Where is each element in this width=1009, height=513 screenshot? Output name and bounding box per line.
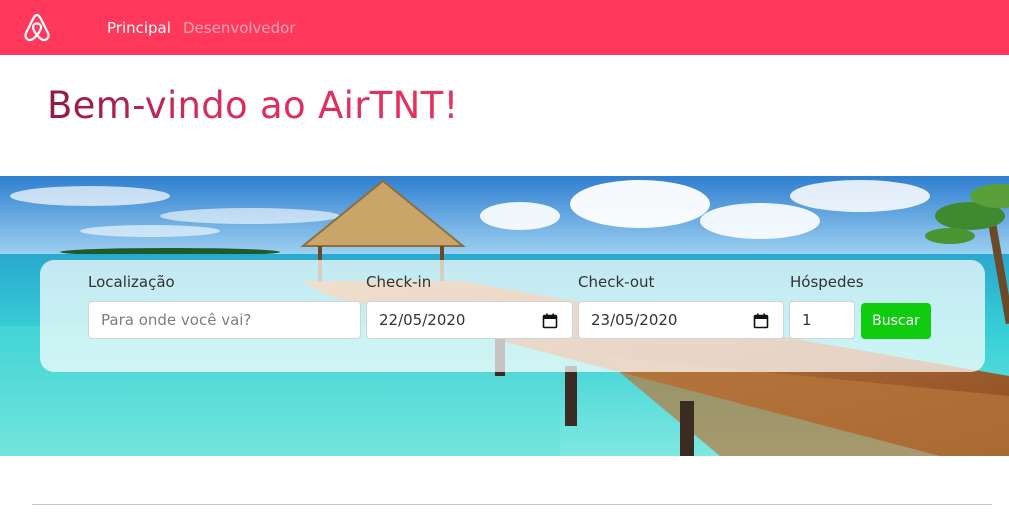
nav-link-principal[interactable]: Principal [107,18,171,38]
section-divider [32,504,992,505]
checkin-date-input[interactable]: 22/05/2020 [366,301,573,339]
calendar-icon[interactable] [753,313,769,329]
location-input[interactable]: Para onde você vai? [88,301,361,339]
checkin-date-value: 22/05/2020 [379,311,466,329]
guests-label: Hóspedes [790,273,864,291]
nav-link-desenvolvedor[interactable]: Desenvolvedor [183,18,296,38]
checkout-date-input[interactable]: 23/05/2020 [578,301,784,339]
search-button[interactable]: Buscar [861,303,931,339]
top-navbar: Principal Desenvolvedor [0,0,1009,55]
checkout-date-value: 23/05/2020 [591,311,678,329]
guests-input[interactable]: 1 [789,301,855,339]
page-title: Bem-vindo ao AirTNT! [47,84,459,127]
guests-value: 1 [802,311,812,329]
calendar-icon[interactable] [542,313,558,329]
checkout-label: Check-out [578,273,655,291]
checkin-label: Check-in [366,273,432,291]
location-placeholder: Para onde você vai? [101,311,252,329]
airbnb-logo-icon[interactable] [22,12,52,43]
location-label: Localização [88,273,175,291]
